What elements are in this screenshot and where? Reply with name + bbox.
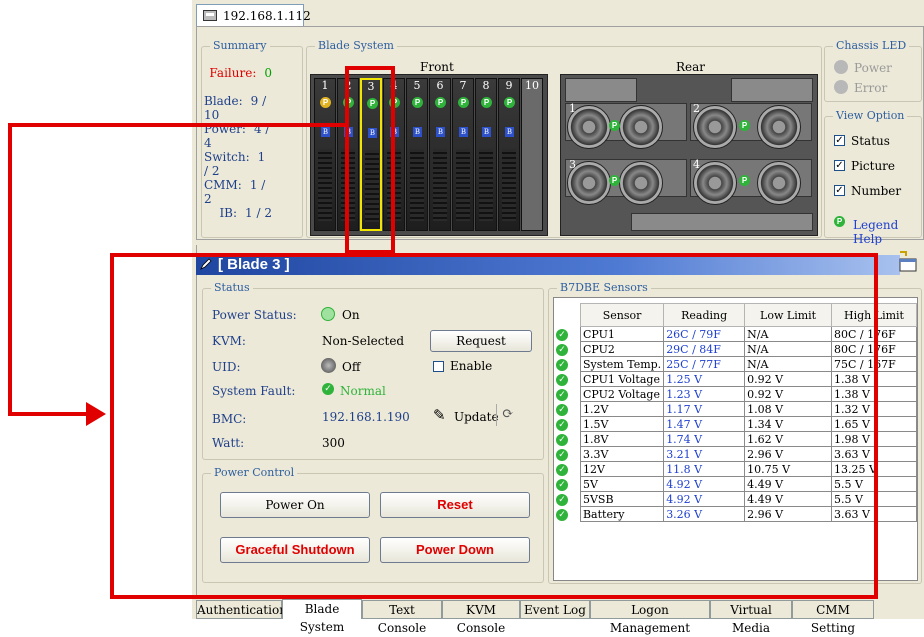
status-checkbox[interactable]: ✓ (834, 135, 845, 146)
power-led-icon: P (739, 120, 750, 131)
kvm-indicator-icon: B (436, 127, 445, 137)
power-led-indicator-icon (834, 60, 848, 74)
switch-module[interactable] (565, 78, 637, 102)
fan-icon (619, 105, 663, 149)
chassis-led-error-label: Error (854, 81, 888, 95)
window-tab[interactable]: 192.168.1.112 (196, 4, 311, 26)
kvm-indicator-icon: B (505, 127, 514, 137)
blade-grill (456, 149, 470, 221)
front-label: Front (420, 60, 454, 74)
blade-slot-9[interactable]: 9 P B (498, 78, 520, 231)
tab-cmm-setting[interactable]: CMM Setting (792, 600, 874, 635)
summary-row-ib: IB: 1 / 2 (219, 206, 272, 220)
failure-value: 0 (264, 66, 272, 80)
status-option-label: Status (851, 134, 890, 148)
rear-chassis: 1 2 3 4 P P P P (560, 74, 818, 236)
tab-text-console[interactable]: Text Console (362, 600, 442, 635)
power-led-icon: P (435, 97, 446, 108)
blade-slot-6[interactable]: 6 P B (429, 78, 451, 231)
blade-slot-7[interactable]: 7 P B (452, 78, 474, 231)
summary-row-failure: Failure: 0 (209, 66, 272, 80)
cmm-module[interactable] (731, 78, 813, 102)
view-option-title: View Option (833, 109, 908, 122)
blade-grill (318, 149, 332, 221)
blade-system-title: Blade System (315, 39, 397, 52)
annotation-arrowhead (86, 402, 106, 426)
slot-number: 10 (525, 79, 539, 92)
tab-authentication[interactable]: Authentication (196, 600, 287, 619)
tab-kvm-console[interactable]: KVM Console (442, 600, 520, 635)
picture-option-label: Picture (851, 159, 896, 173)
blade-grill (433, 149, 447, 221)
chassis-led-power-label: Power (854, 61, 892, 75)
failure-label: Failure: (209, 66, 257, 80)
blade-label: Blade: (204, 94, 243, 108)
computer-icon (203, 10, 217, 21)
annotation-connector (8, 123, 12, 416)
kvm-indicator-icon: B (413, 127, 422, 137)
slot-number: 5 (413, 79, 421, 92)
annotation-slot-highlight (345, 66, 395, 254)
slot-number: 7 (459, 79, 467, 92)
kvm-indicator-icon: B (459, 127, 468, 137)
blade-grill (502, 149, 516, 221)
power-led-icon: P (609, 175, 620, 186)
chassis-led-title: Chassis LED (833, 39, 910, 52)
power-led-icon: P (412, 97, 423, 108)
ib-value: 1 / 2 (245, 206, 272, 220)
slot-number: 9 (505, 79, 513, 92)
power-led-icon: P (504, 97, 515, 108)
annotation-connector (8, 123, 345, 127)
tab-virtual-media[interactable]: Virtual Media (710, 600, 792, 635)
blade-slot-5[interactable]: 5 P B (406, 78, 428, 231)
tab-event-log[interactable]: Event Log (520, 600, 590, 619)
power-led-icon: P (739, 175, 750, 186)
tab-blade-system[interactable]: Blade System (282, 599, 362, 634)
kvm-indicator-icon: B (321, 127, 330, 137)
error-led-indicator-icon (834, 80, 848, 94)
slot-number: 8 (482, 79, 490, 92)
blade-slot-10[interactable]: 10 (521, 78, 543, 231)
power-led-icon: P (481, 97, 492, 108)
blade-slot-8[interactable]: 8 P B (475, 78, 497, 231)
tab-logon-management[interactable]: Logon Management (590, 600, 710, 635)
annotation-panel-highlight (110, 253, 878, 599)
rear-number: 1 (569, 102, 576, 115)
legend-help-link[interactable]: Legend Help (853, 218, 924, 246)
rear-label: Rear (676, 60, 706, 74)
undock-icon[interactable] (896, 250, 920, 274)
power-led-icon: P (320, 97, 331, 108)
number-option-label: Number (851, 184, 902, 198)
legend-icon: P (834, 216, 845, 227)
fan-icon (757, 161, 801, 205)
rear-number: 3 (569, 158, 576, 171)
slot-number: 6 (436, 79, 444, 92)
window-tab-title: 192.168.1.112 (223, 9, 311, 23)
fan-icon (619, 161, 663, 205)
fan-icon (757, 105, 801, 149)
blade-slot-1[interactable]: 1 P B (314, 78, 336, 231)
summary-row-blade: Blade: 9 / 10 (204, 94, 272, 122)
summary-row-cmm: CMM: 1 / 2 (204, 178, 272, 206)
number-checkbox[interactable]: ✓ (834, 185, 845, 196)
blade-grill (479, 149, 493, 221)
kvm-indicator-icon: B (482, 127, 491, 137)
rear-number: 2 (693, 102, 700, 115)
switch-label: Switch: (204, 150, 250, 164)
rear-number: 4 (693, 158, 700, 171)
power-led-icon: P (458, 97, 469, 108)
summary-row-switch: Switch: 1 / 2 (204, 150, 272, 178)
annotation-connector (8, 412, 90, 416)
blade-grill (410, 149, 424, 221)
cmm-label: CMM: (204, 178, 242, 192)
power-led-icon: P (609, 120, 620, 131)
ib-label: IB: (219, 206, 238, 220)
slot-number: 1 (321, 79, 329, 92)
picture-checkbox[interactable]: ✓ (834, 160, 845, 171)
summary-title: Summary (210, 39, 270, 52)
ib-module[interactable] (631, 213, 813, 231)
